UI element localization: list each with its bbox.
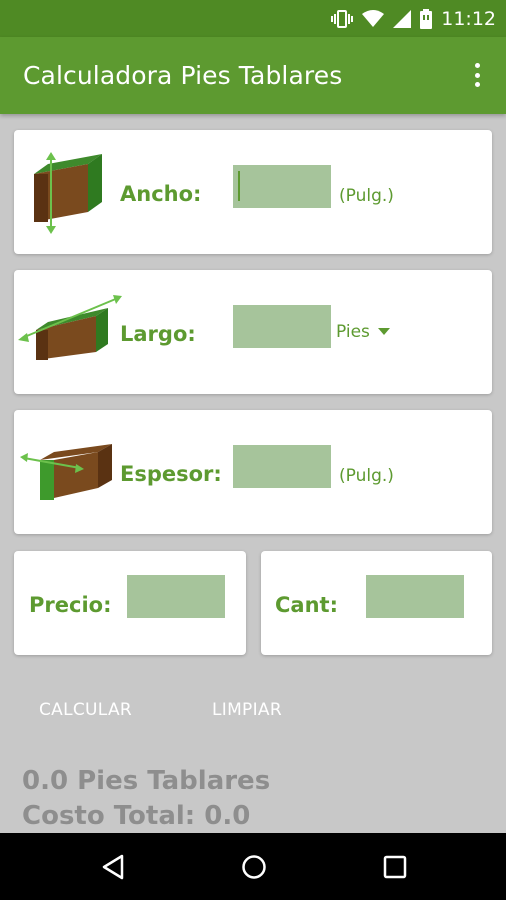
espesor-label: Espesor: xyxy=(120,462,222,486)
overflow-menu-icon[interactable] xyxy=(474,63,480,87)
home-icon[interactable] xyxy=(241,854,267,880)
vibrate-icon xyxy=(331,9,354,28)
back-icon[interactable] xyxy=(101,854,125,880)
precio-input[interactable] xyxy=(127,575,225,618)
battery-icon xyxy=(420,8,433,29)
ancho-label: Ancho: xyxy=(120,182,202,206)
precio-card: Precio: xyxy=(14,551,246,655)
espesor-card: Espesor: (Pulg.) xyxy=(14,410,492,534)
largo-card: Largo: Pies xyxy=(14,270,492,394)
wood-width-icon xyxy=(34,152,102,234)
app-title: Calculadora Pies Tablares xyxy=(23,61,343,90)
ancho-input[interactable] xyxy=(233,165,331,208)
costo-total-result: Costo Total: 0.0 xyxy=(22,801,251,831)
precio-label: Precio: xyxy=(29,593,112,617)
espesor-unit: (Pulg.) xyxy=(339,466,394,486)
cantidad-card: Cant: xyxy=(261,551,492,655)
signal-icon xyxy=(393,9,412,28)
largo-input[interactable] xyxy=(233,305,331,348)
clock: 11:12 xyxy=(441,7,496,30)
limpiar-button[interactable]: LIMPIAR xyxy=(212,700,282,720)
app-bar: Calculadora Pies Tablares xyxy=(0,37,506,114)
cantidad-label: Cant: xyxy=(275,593,338,617)
wood-thickness-icon xyxy=(20,444,112,500)
status-icons: 11:12 xyxy=(331,0,496,37)
largo-unit-label: Pies xyxy=(336,322,370,342)
status-bar: 11:12 xyxy=(0,0,506,37)
dropdown-arrow-icon xyxy=(377,328,390,335)
ancho-unit: (Pulg.) xyxy=(339,186,394,206)
navigation-bar xyxy=(0,833,506,900)
cantidad-input[interactable] xyxy=(366,575,464,618)
calcular-button[interactable]: CALCULAR xyxy=(39,700,132,720)
pies-tablares-result: 0.0 Pies Tablares xyxy=(22,766,271,796)
text-cursor xyxy=(238,171,240,201)
largo-label: Largo: xyxy=(120,322,196,346)
largo-unit-dropdown[interactable]: Pies xyxy=(336,322,390,342)
recents-icon[interactable] xyxy=(383,855,407,879)
wood-length-icon xyxy=(18,295,122,360)
ancho-card: Ancho: (Pulg.) xyxy=(14,130,492,254)
wifi-icon xyxy=(362,9,385,27)
espesor-input[interactable] xyxy=(233,445,331,488)
